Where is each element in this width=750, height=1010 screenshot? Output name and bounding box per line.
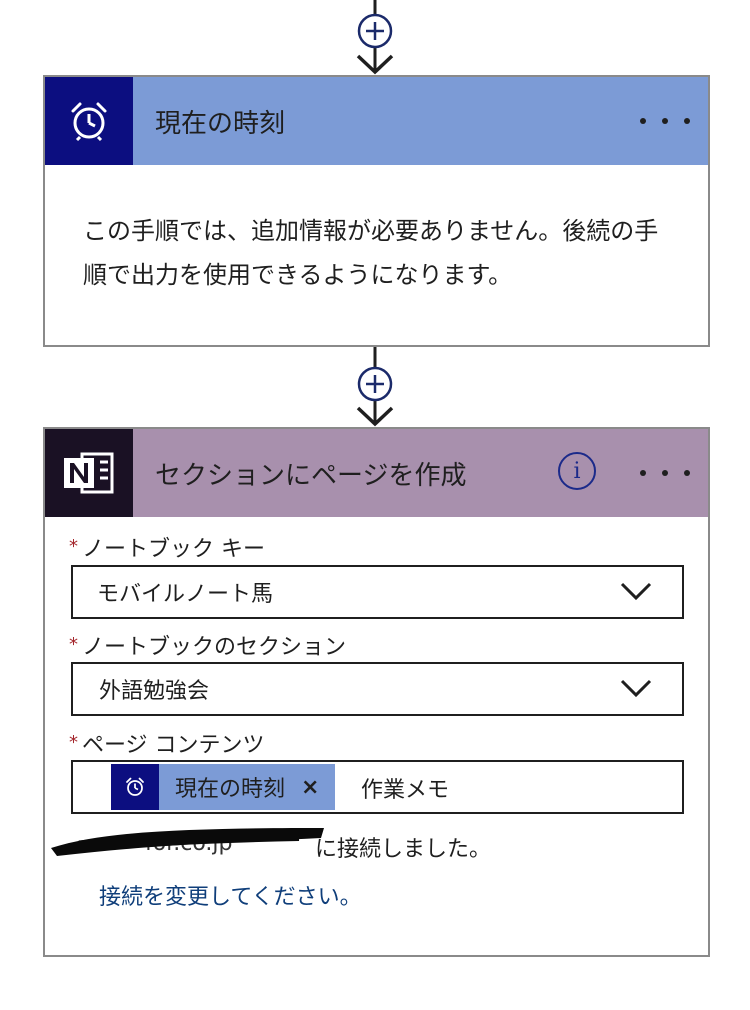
step-header-current-time[interactable]: 現在の時刻 xyxy=(45,77,708,165)
step-icon-box xyxy=(45,429,133,517)
dot-icon xyxy=(684,118,690,124)
page-content-input[interactable]: 現在の時刻 × 作業メモ xyxy=(71,760,684,814)
token-remove-button[interactable]: × xyxy=(301,775,319,800)
add-step-button-top[interactable] xyxy=(357,13,393,53)
dynamic-content-token[interactable]: 現在の時刻 × xyxy=(111,764,336,810)
notebook-key-value: モバイルノート馬 xyxy=(97,582,274,607)
info-button[interactable]: i xyxy=(558,452,596,490)
info-icon: i xyxy=(573,458,581,484)
required-mark: * xyxy=(69,732,78,753)
alarm-clock-icon xyxy=(126,777,144,796)
dot-icon xyxy=(640,118,646,124)
add-step-button-middle[interactable] xyxy=(357,366,393,406)
notebook-key-label: * ノートブック キー xyxy=(69,531,265,563)
notebook-section-label: * ノートブックのセクション xyxy=(69,629,346,661)
notebook-section-label-text: ノートブックのセクション xyxy=(82,635,347,660)
step-icon-box xyxy=(45,77,133,165)
more-options-button[interactable] xyxy=(640,455,690,491)
onenote-icon xyxy=(64,452,114,494)
chevron-down-icon xyxy=(620,582,652,601)
plus-circle-icon xyxy=(357,13,393,49)
notebook-key-label-text: ノートブック キー xyxy=(82,537,265,562)
dot-icon xyxy=(662,118,668,124)
notebook-key-dropdown[interactable]: モバイルノート馬 xyxy=(71,565,684,619)
required-mark: * xyxy=(69,536,78,557)
page-content-label: * ページ コンテンツ xyxy=(69,727,265,759)
page-content-label-text: ページ コンテンツ xyxy=(82,733,265,758)
step-card-create-page: セクションにページを作成 i * ノートブック キー モバイルノート馬 * ノートブ… xyxy=(43,427,710,957)
chevron-down-icon xyxy=(620,679,652,698)
change-connection-link[interactable]: 接続を変更してください。 xyxy=(99,879,362,911)
alarm-clock-icon xyxy=(71,102,107,142)
plus-circle-icon xyxy=(357,366,393,402)
dot-icon xyxy=(662,470,668,476)
connection-status-text: に接続しました。 xyxy=(315,837,492,862)
dot-icon xyxy=(684,470,690,476)
step-title: セクションにページを作成 xyxy=(155,460,467,491)
more-options-button[interactable] xyxy=(640,103,690,139)
step-description: この手順では、追加情報が必要ありません。後続の手順で出力を使用できるようになりま… xyxy=(83,217,659,289)
redaction-mark xyxy=(51,828,324,856)
token-icon-box xyxy=(111,764,159,810)
dot-icon xyxy=(640,470,646,476)
token-label: 現在の時刻 xyxy=(175,777,286,802)
required-mark: * xyxy=(69,634,78,655)
notebook-section-dropdown[interactable]: 外語勉強会 xyxy=(71,662,684,716)
step-header-create-page[interactable]: セクションにページを作成 i xyxy=(45,429,708,517)
step-title: 現在の時刻 xyxy=(155,108,286,139)
page-content-text: 作業メモ xyxy=(361,778,450,803)
step-card-current-time: 現在の時刻 この手順では、追加情報が必要ありません。後続の手順で出力を使用できる… xyxy=(43,75,710,347)
notebook-section-value: 外語勉強会 xyxy=(99,679,210,704)
